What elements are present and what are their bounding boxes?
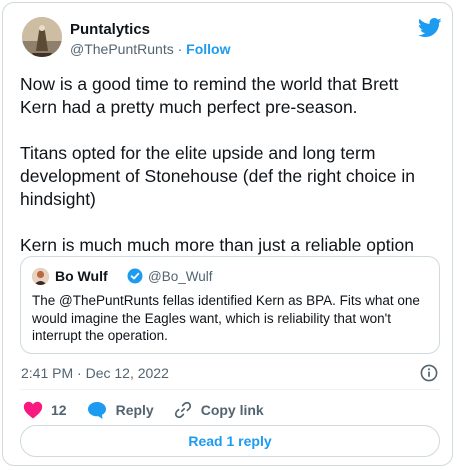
tweet-paragraph: Kern is much much more than just a relia… (20, 235, 414, 255)
action-bar: 12 Reply Copy link (23, 399, 264, 421)
like-button[interactable]: 12 (23, 401, 67, 419)
tweet-card: Puntalytics @ThePuntRunts · Follow Now i… (2, 2, 453, 466)
quote-author-avatar (32, 268, 49, 285)
follow-button[interactable]: Follow (186, 41, 230, 57)
read-replies-button[interactable]: Read 1 reply (20, 425, 440, 457)
tweet-text: Now is a good time to remind the world t… (20, 73, 440, 257)
tweet-timestamp[interactable]: 2:41 PM · Dec 12, 2022 (21, 365, 169, 381)
copy-link-label: Copy link (200, 402, 264, 418)
like-count: 12 (51, 402, 67, 418)
meta-separator: · (173, 41, 187, 57)
quoted-tweet[interactable]: Bo Wulf @Bo_Wulf The @ThePuntRunts fella… (20, 256, 440, 354)
quote-text: The @ThePuntRunts fellas identified Kern… (32, 293, 420, 343)
author-avatar[interactable] (22, 17, 62, 57)
quote-author-name: Bo Wulf (55, 268, 108, 284)
link-icon (174, 401, 192, 419)
reply-label: Reply (115, 402, 154, 418)
reply-button[interactable]: Reply (87, 401, 154, 420)
author-meta: @ThePuntRunts · Follow (70, 41, 231, 57)
author-handle[interactable]: @ThePuntRunts (70, 41, 174, 57)
author-name[interactable]: Puntalytics (70, 21, 150, 38)
verified-badge-icon (127, 268, 143, 284)
copy-link-button[interactable]: Copy link (174, 401, 264, 419)
heart-icon (23, 401, 43, 419)
tweet-paragraph: Now is a good time to remind the world t… (20, 74, 399, 117)
info-icon[interactable] (420, 364, 438, 382)
twitter-bird-icon[interactable] (417, 18, 442, 38)
quote-author-handle: @Bo_Wulf (148, 269, 213, 284)
tweet-paragraph: Titans opted for the elite upside and lo… (20, 143, 415, 209)
divider (20, 389, 440, 390)
reply-bubble-icon (87, 401, 107, 420)
